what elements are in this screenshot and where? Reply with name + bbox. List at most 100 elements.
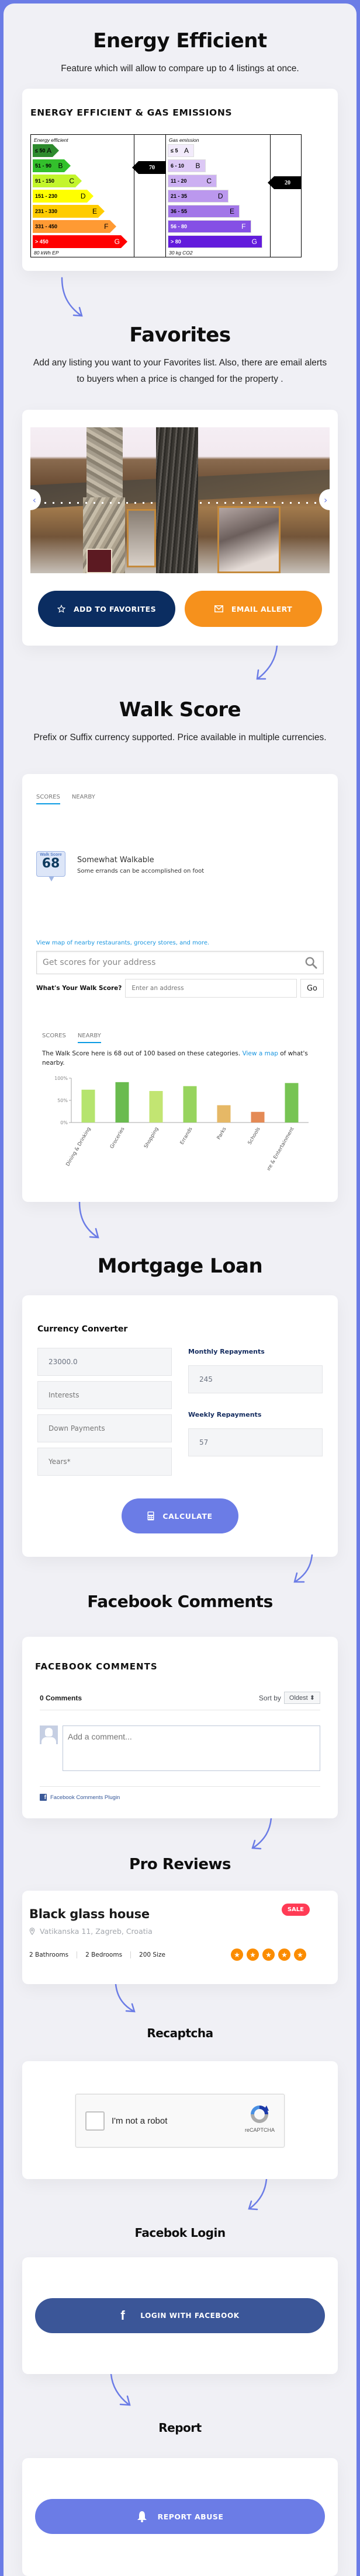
walkscore-go-button[interactable]: Go bbox=[300, 979, 324, 998]
x-tick-label: Errands bbox=[179, 1126, 194, 1146]
gas-marker-column: 20 bbox=[268, 135, 301, 257]
currency-converter-title: Currency Converter bbox=[37, 1324, 128, 1334]
tab-nearby[interactable]: NEARBY bbox=[77, 1033, 101, 1043]
calculate-button[interactable]: CALCULATE bbox=[122, 1498, 238, 1533]
energy-bands: ≤ 50 A 51 - 90 B 91 - 150 C 151 - 230 D 231 - 33… bbox=[31, 144, 134, 248]
divider bbox=[130, 1951, 131, 1958]
band-letter: A bbox=[46, 147, 51, 155]
listing-meta: 2 Bathrooms 2 Bedrooms 200 Size ★ ★ ★ ★ ★ bbox=[29, 1948, 331, 1961]
report-abuse-label: REPORT ABUSE bbox=[157, 2512, 224, 2521]
curved-arrow-icon bbox=[251, 1818, 272, 1850]
star-outline-icon bbox=[57, 605, 65, 613]
sort-control: Sort by Oldest ⬍ bbox=[259, 1692, 320, 1704]
walkscore-section-title: Walk Score bbox=[119, 698, 241, 721]
x-tick-label: Groceries bbox=[109, 1126, 126, 1150]
login-with-facebook-button[interactable]: f LOGIN WITH FACEBOOK bbox=[35, 2298, 325, 2333]
fbcomments-header: 0 Comments Sort by Oldest ⬍ bbox=[40, 1692, 320, 1710]
walkscore-address-input[interactable] bbox=[125, 979, 297, 998]
bar-dining-drinking bbox=[81, 1089, 95, 1123]
arrow-divider bbox=[4, 1202, 356, 1254]
band-c: 11 - 20 C bbox=[168, 175, 217, 187]
star-icon: ★ bbox=[231, 1948, 243, 1961]
review-listing-card[interactable]: Black glass house SALE Vatikanska 11, Za… bbox=[22, 1891, 338, 1984]
mortgage-results: Monthly Repayments 245 Weekly Repayments… bbox=[188, 1348, 323, 1481]
recaptcha-section-title: Recaptcha bbox=[147, 2026, 213, 2040]
bedrooms-count: 2 Bedrooms bbox=[85, 1951, 123, 1958]
walkscore-sentence-text: The Walk Score here is 68 out of 100 bas… bbox=[42, 1050, 243, 1057]
recaptcha-logo: reCAPTCHA bbox=[245, 2104, 275, 2133]
band-letter: E bbox=[92, 207, 97, 215]
interests-input[interactable] bbox=[37, 1381, 172, 1409]
arrow-divider bbox=[4, 271, 356, 323]
walkscore-rating: Somewhat Walkable bbox=[77, 856, 154, 865]
band-letter: C bbox=[69, 177, 74, 185]
energy-section-subtitle: Feature which will allow to compare up t… bbox=[61, 64, 299, 74]
comment-input[interactable] bbox=[63, 1726, 320, 1771]
band-a: ≤ 5 A bbox=[168, 144, 194, 157]
energy-card-title: ENERGY EFFICIENT & GAS EMISSIONS bbox=[30, 107, 233, 118]
band-a: ≤ 50 A bbox=[33, 144, 59, 157]
x-tick-label: Schools bbox=[247, 1126, 262, 1146]
band-range: 56 - 80 bbox=[171, 224, 188, 229]
bell-icon bbox=[137, 2511, 147, 2522]
listing-photo-slider[interactable]: ‹ › bbox=[30, 427, 330, 573]
facebook-plugin-label: Facebook Comments Plugin bbox=[50, 1794, 120, 1801]
not-robot-label: I'm not a robot bbox=[112, 2115, 168, 2126]
x-tick-label: Shopping bbox=[143, 1127, 160, 1150]
favorites-section-subtitle: Add any listing you want to your Favorit… bbox=[33, 358, 327, 384]
band-range: 11 - 20 bbox=[171, 178, 187, 184]
arrow-divider bbox=[4, 1818, 356, 1856]
add-to-favorites-button[interactable]: ADD TO FAVORITES bbox=[38, 591, 175, 627]
star-icon: ★ bbox=[294, 1948, 306, 1961]
fblogin-card: f LOGIN WITH FACEBOOK bbox=[22, 2257, 338, 2374]
listing-address: Vatikanska 11, Zagreb, Croatia bbox=[29, 1927, 331, 1936]
view-map-link[interactable]: View map of nearby restaurants, grocery … bbox=[36, 940, 324, 946]
photo-sign bbox=[86, 549, 112, 573]
band-letter: G bbox=[251, 238, 257, 246]
user-avatar bbox=[40, 1726, 58, 1744]
loan-amount-input[interactable] bbox=[37, 1348, 172, 1376]
tab-scores[interactable]: SCORES bbox=[42, 1033, 66, 1043]
calculate-wrap: CALCULATE bbox=[37, 1498, 323, 1533]
band-range: 151 - 230 bbox=[35, 193, 58, 199]
walkscore-sentence: The Walk Score here is 68 out of 100 bas… bbox=[42, 1049, 324, 1068]
sort-select[interactable]: Oldest ⬍ bbox=[283, 1692, 320, 1704]
down-payments-input[interactable] bbox=[37, 1414, 172, 1442]
energy-label-chart: Energy efficient ≤ 50 A 51 - 90 B 91 - 150 C 1… bbox=[30, 134, 302, 257]
star-icon: ★ bbox=[278, 1948, 290, 1961]
chevron-left-icon: ‹ bbox=[32, 494, 36, 506]
weekly-repayments-value: 57 bbox=[188, 1428, 323, 1456]
band-range: ≤ 50 bbox=[35, 148, 46, 154]
energy-footer: 80 kWh EP bbox=[34, 250, 59, 256]
mortgage-inputs bbox=[37, 1348, 172, 1481]
email-alert-button[interactable]: EMAIL ALLERT bbox=[185, 591, 322, 627]
not-robot-checkbox[interactable] bbox=[85, 2111, 105, 2131]
band-f: 331 - 450 F bbox=[33, 220, 116, 233]
photo-shop-window bbox=[217, 506, 281, 573]
arrow-divider bbox=[4, 2374, 356, 2421]
calculator-icon bbox=[147, 1511, 154, 1521]
tab-nearby[interactable]: NEARBY bbox=[72, 794, 95, 804]
facebook-plugin-link[interactable]: f Facebook Comments Plugin bbox=[40, 1786, 320, 1801]
x-tick-label: Parks bbox=[216, 1126, 228, 1141]
energy-efficient-label: Energy efficient bbox=[34, 137, 68, 143]
view-a-map-link[interactable]: View a map bbox=[243, 1050, 278, 1057]
band-range: 51 - 90 bbox=[35, 163, 52, 169]
search-icon[interactable] bbox=[304, 956, 317, 969]
report-abuse-button[interactable]: REPORT ABUSE bbox=[35, 2499, 325, 2534]
band-range: 36 - 55 bbox=[171, 208, 188, 214]
years-input[interactable] bbox=[37, 1448, 172, 1476]
comment-count: 0 Comments bbox=[40, 1693, 82, 1702]
tab-scores[interactable]: SCORES bbox=[36, 794, 60, 804]
band-range: > 80 bbox=[171, 239, 181, 245]
map-pin-icon bbox=[29, 1927, 35, 1935]
address-search-input[interactable]: Get scores for your address bbox=[36, 951, 324, 974]
gas-emission-column: Gas emission ≤ 5 A 6 - 10 B 11 - 20 C 21 - 35 D… bbox=[166, 135, 271, 257]
curved-arrow-icon bbox=[78, 1202, 99, 1239]
walkscore-badge: Walk Score 68 bbox=[36, 851, 65, 881]
curved-arrow-icon bbox=[61, 277, 83, 317]
fblogin-section-title: Facebok Login bbox=[134, 2226, 226, 2240]
arrow-divider bbox=[4, 646, 356, 698]
bar-shopping bbox=[149, 1091, 163, 1123]
email-alert-label: EMAIL ALLERT bbox=[231, 604, 293, 614]
